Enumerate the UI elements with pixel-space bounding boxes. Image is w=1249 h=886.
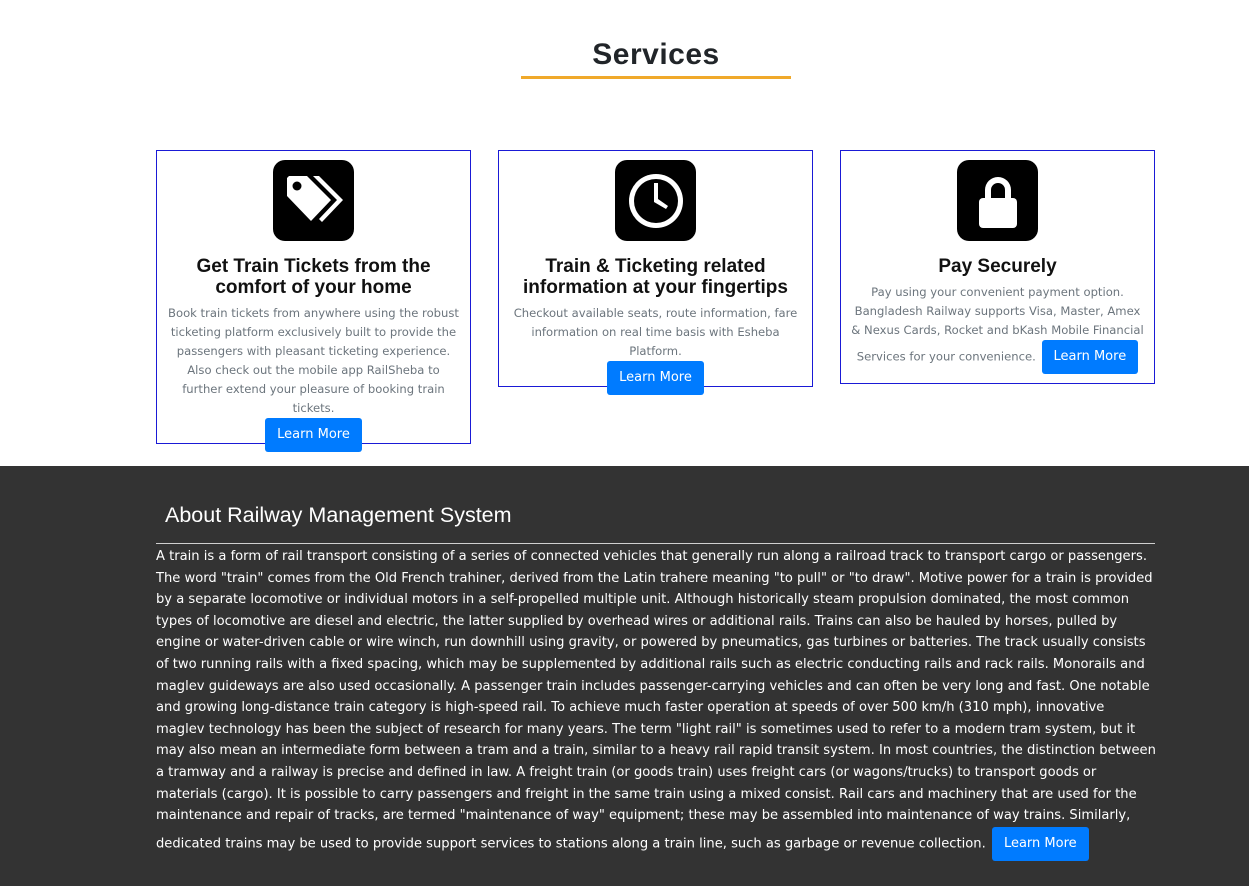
about-text: A train is a form of rail transport cons…	[156, 546, 1156, 861]
about-section: About Railway Management System A train …	[0, 466, 1249, 886]
service-card-payment: Pay Securely Pay using your convenient p…	[840, 150, 1155, 384]
services-title: Services	[592, 38, 720, 71]
about-text-content: A train is a form of rail transport cons…	[156, 549, 1156, 852]
tags-icon	[273, 160, 354, 241]
title-underline	[521, 76, 791, 79]
card-text: Book train tickets from anywhere using t…	[168, 306, 459, 415]
learn-more-button[interactable]: Learn More	[607, 361, 704, 395]
card-title: Train & Ticketing related information at…	[523, 256, 788, 298]
service-card-information: Train & Ticketing related information at…	[498, 150, 813, 395]
card-text: Pay using your convenient payment option…	[841, 283, 1154, 374]
about-title: About Railway Management System	[165, 503, 512, 527]
card-text: Checkout available seats, route informat…	[513, 306, 798, 358]
card-title: Get Train Tickets from the comfort of yo…	[196, 256, 431, 298]
service-card-tickets: Get Train Tickets from the comfort of yo…	[156, 150, 471, 452]
about-learn-more-button[interactable]: Learn More	[991, 826, 1089, 861]
learn-more-button[interactable]: Learn More	[1041, 340, 1139, 374]
lock-icon	[957, 160, 1038, 241]
clock-icon	[615, 160, 696, 241]
services-section: Services Get Train Tickets from the comf…	[0, 0, 1249, 466]
about-divider	[156, 543, 1155, 544]
card-title: Pay Securely	[938, 256, 1057, 277]
learn-more-button[interactable]: Learn More	[265, 418, 362, 452]
